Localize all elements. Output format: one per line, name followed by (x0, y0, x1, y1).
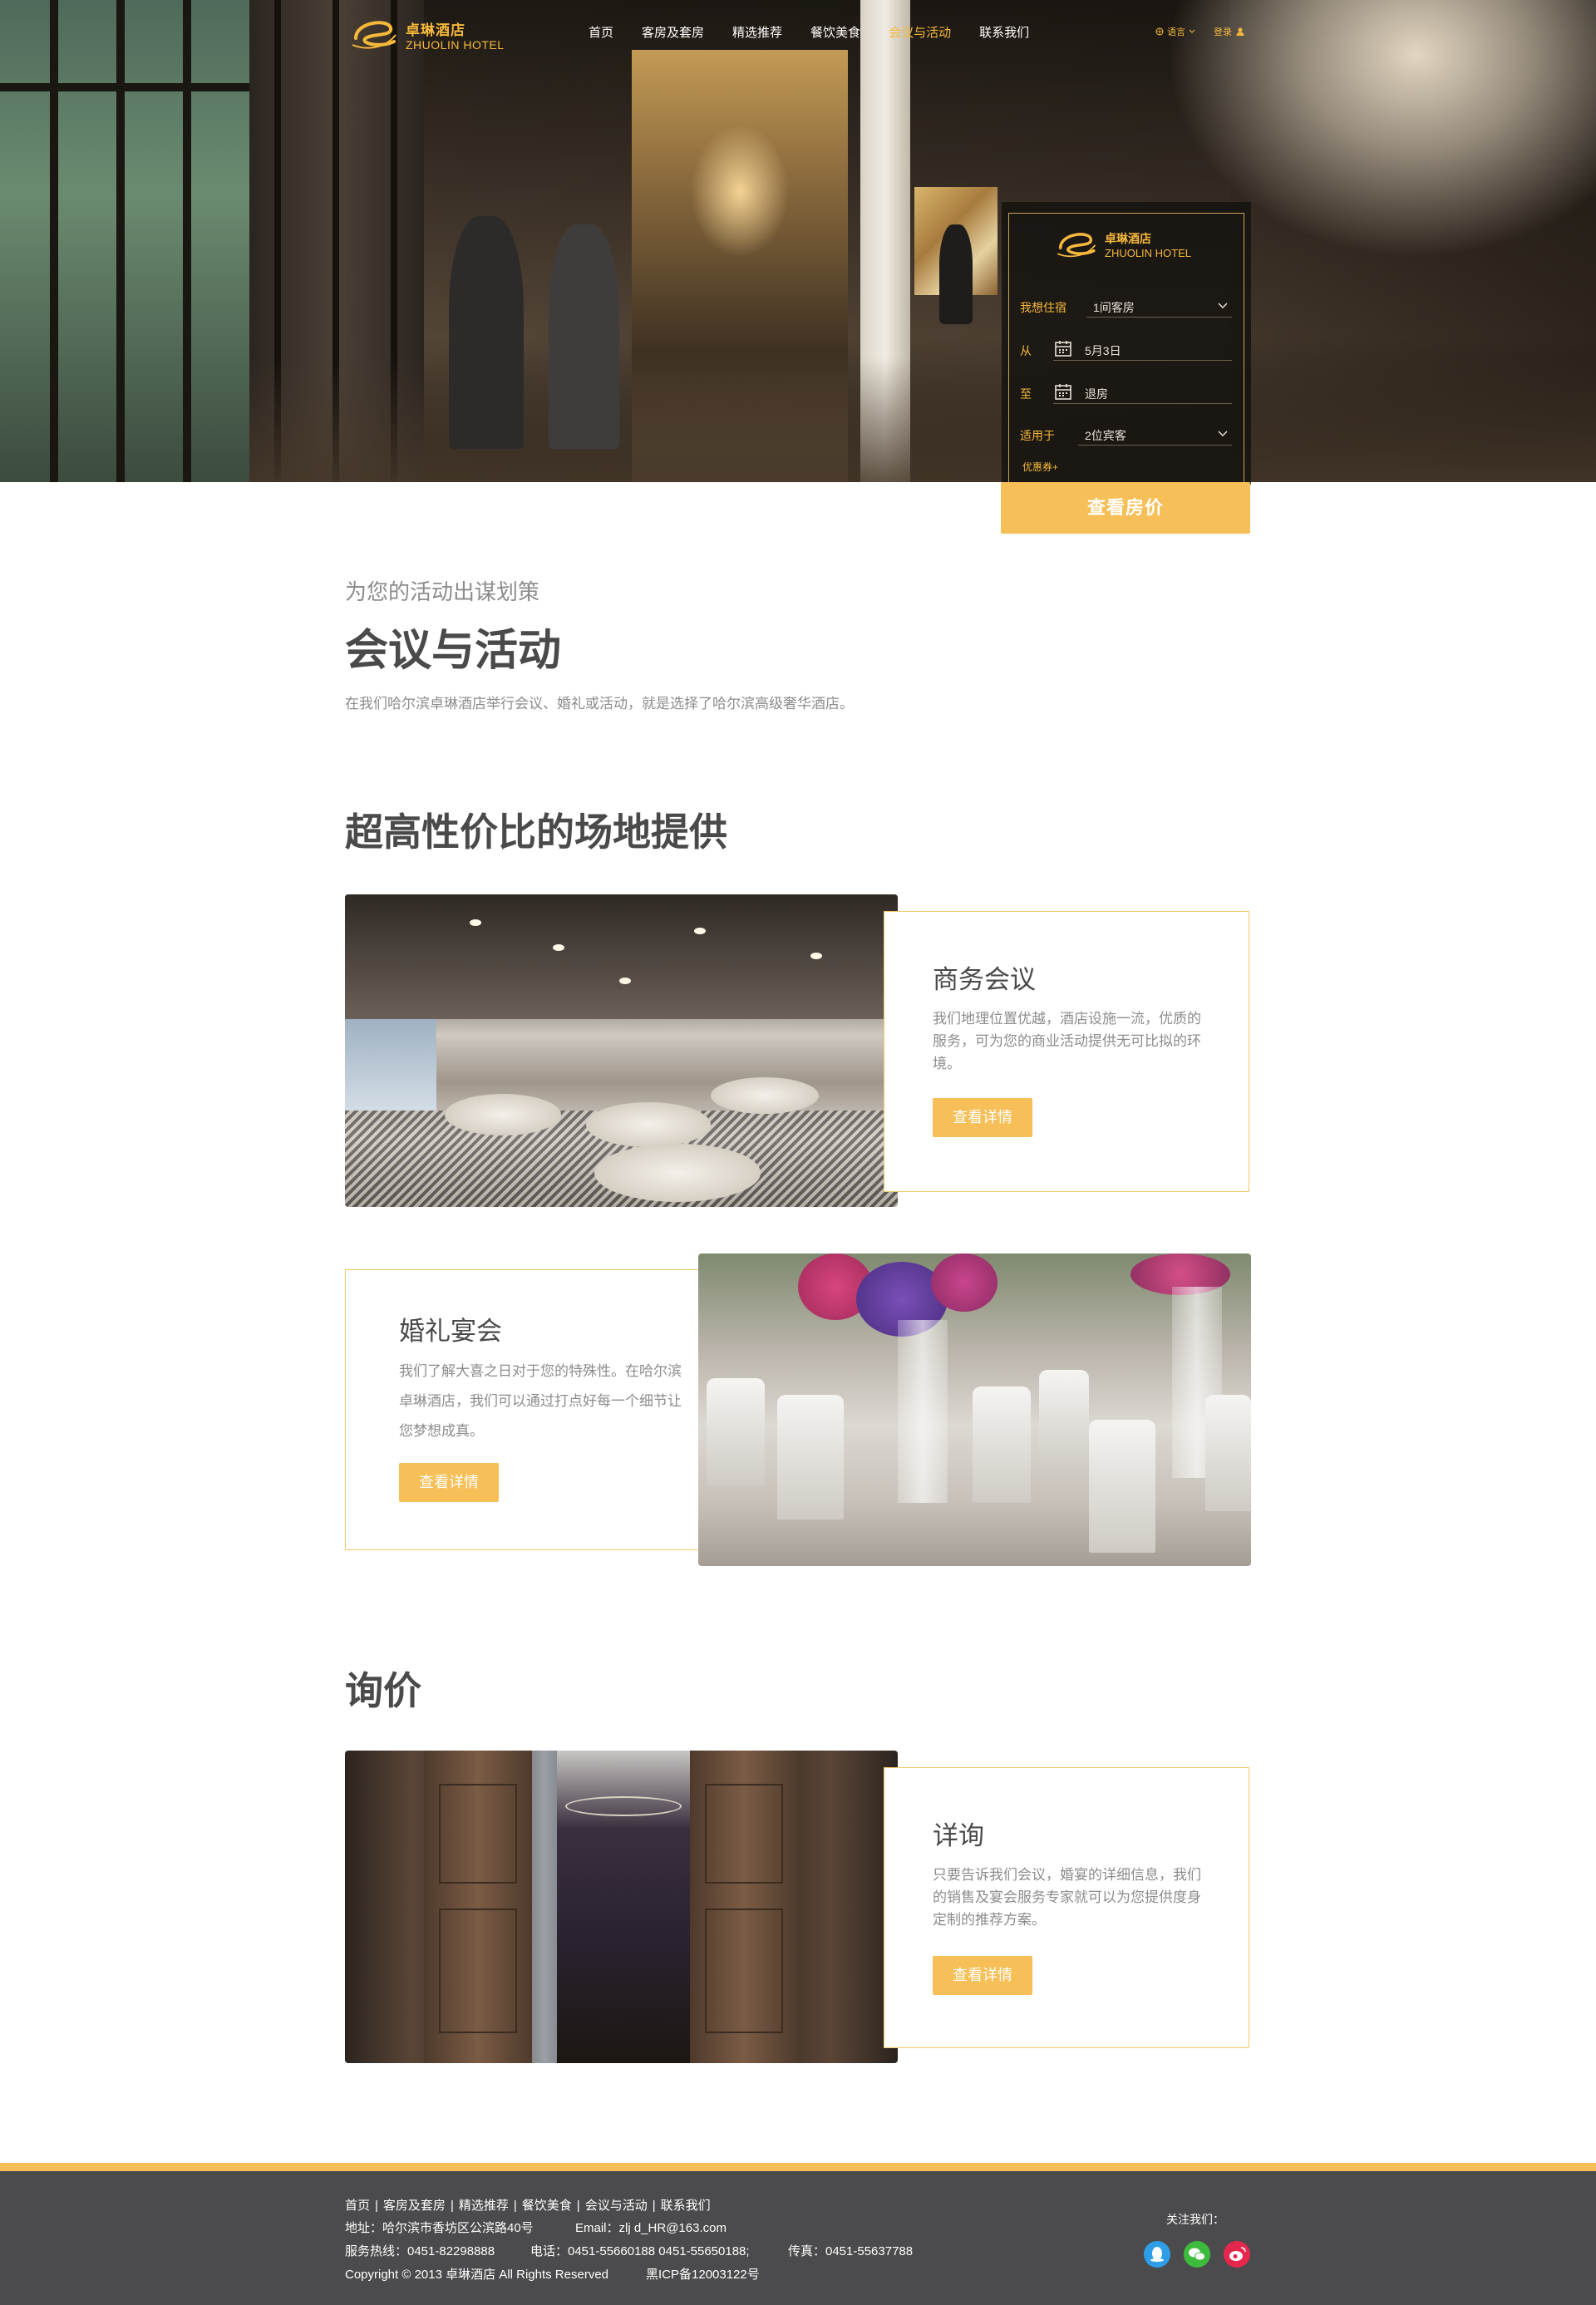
from-label: 从 (1020, 344, 1032, 357)
wedding-desc: 我们了解大喜之日对于您的特殊性。在哈尔滨卓琳酒店，我们可以通过打点好每一个细节让… (399, 1363, 682, 1439)
chevron-down-icon (1218, 303, 1228, 309)
business-meeting-title: 商务会议 (933, 965, 1036, 994)
footer-link-featured[interactable]: 精选推荐 (459, 2199, 509, 2213)
footer-phone: 电话：0451-55660188 0451-55650188; (530, 2244, 750, 2258)
room-select[interactable]: 1间客房 (1086, 294, 1232, 318)
booking-widget: 卓琳酒店 ZHUOLIN HOTEL 我想住宿 1间客房 从 5月3日 至 退房… (1002, 202, 1251, 485)
hero-banner (0, 0, 1596, 482)
guests-row: 适用于 2位宾客 (1020, 422, 1232, 447)
calendar-icon (1055, 384, 1071, 400)
chevron-down-icon (1189, 29, 1195, 33)
wechat-icon[interactable] (1184, 2241, 1210, 2268)
wedding-title: 婚礼宴会 (399, 1317, 502, 1346)
inquiry-title: 详询 (933, 1821, 984, 1850)
inquiry-card: 详询 只要告诉我们会议，婚宴的详细信息，我们的销售及宴会服务专家就可以为您提供度… (884, 1767, 1249, 2048)
footer-accent-bar (0, 2163, 1596, 2171)
hero-doorman (549, 224, 619, 449)
hero-window (0, 0, 249, 482)
nav-contact[interactable]: 联系我们 (979, 23, 1029, 41)
nav-home[interactable]: 首页 (589, 23, 613, 41)
language-switch[interactable]: 语言 (1155, 25, 1195, 38)
guests-select[interactable]: 2位宾客 (1078, 422, 1232, 446)
top-nav: 卓琳酒店 ZHUOLIN HOTEL 首页 客房及套房 精选推荐 餐饮美食 会议… (0, 0, 1596, 66)
footer-link-home[interactable]: 首页 (345, 2199, 370, 2213)
qq-icon[interactable] (1144, 2241, 1170, 2268)
footer-link-contact[interactable]: 联系我们 (661, 2199, 711, 2213)
inquiry-desc: 只要告诉我们会议，婚宴的详细信息，我们的销售及宴会服务专家就可以为您提供度身定制… (933, 1867, 1201, 1928)
page-title: 会议与活动 (345, 628, 562, 675)
footer-link-dining[interactable]: 餐饮美食 (522, 2199, 572, 2213)
logo-mark-icon (352, 21, 397, 49)
guests-label: 适用于 (1020, 429, 1055, 442)
footer-icp: 黑ICP备12003122号 (646, 2268, 760, 2282)
nav-featured[interactable]: 精选推荐 (732, 23, 782, 41)
wedding-card: 婚礼宴会 我们了解大喜之日对于您的特殊性。在哈尔滨卓琳酒店，我们可以通过打点好每… (345, 1269, 711, 1550)
wedding-details-button[interactable]: 查看详情 (399, 1463, 499, 1502)
footer-hotline: 服务热线：0451-82298888 (345, 2244, 495, 2258)
hero-guest (449, 216, 524, 449)
page-intro: 在我们哈尔滨卓琳酒店举行会议、婚礼或活动，就是选择了哈尔滨高级奢华酒店。 (345, 696, 854, 712)
main-menu: 首页 客房及套房 精选推荐 餐饮美食 会议与活动 联系我们 (589, 23, 1057, 41)
booking-logo-cn: 卓琳酒店 (1105, 232, 1151, 245)
top-links: 语言 登录 (1155, 25, 1245, 38)
nav-rooms[interactable]: 客房及套房 (642, 23, 704, 41)
weibo-icon[interactable] (1224, 2241, 1250, 2268)
guests-value: 2位宾客 (1085, 429, 1126, 442)
room-value: 1间客房 (1093, 301, 1135, 314)
calendar-icon (1055, 341, 1071, 357)
inquiry-heading: 询价 (345, 1670, 421, 1712)
footer-copyright: Copyright © 2013 卓琳酒店 All Rights Reserve… (345, 2268, 609, 2282)
business-meeting-desc: 我们地理位置优越，酒店设施一流，优质的服务，可为您的商业活动提供无可比拟的环境。 (933, 1011, 1201, 1071)
inquiry-details-button[interactable]: 查看详情 (933, 1956, 1032, 1995)
follow-us-label: 关注我们： (1166, 2213, 1224, 2226)
nav-meetings[interactable]: 会议与活动 (889, 23, 951, 41)
footer-email: Email：zlj d_HR@163.com (575, 2221, 727, 2235)
checkout-row: 至 退房 (1020, 381, 1232, 406)
footer-links: 首页 | 客房及套房 | 精选推荐 | 餐饮美食 | 会议与活动 | 联系我们 (345, 2199, 711, 2213)
globe-icon (1155, 27, 1164, 36)
business-meeting-card: 商务会议 我们地理位置优越，酒店设施一流，优质的服务，可为您的商业活动提供无可比… (884, 911, 1249, 1192)
checkin-field[interactable]: 5月3日 (1053, 337, 1232, 361)
checkin-row: 从 5月3日 (1020, 337, 1232, 362)
hotel-logo[interactable]: 卓琳酒店 ZHUOLIN HOTEL (347, 12, 514, 57)
coupon-link[interactable]: 优惠券+ (1022, 460, 1058, 474)
logo-mark-icon (1057, 233, 1096, 258)
room-select-row: 我想住宿 1间客房 (1020, 294, 1232, 319)
footer-address: 地址：哈尔滨市香坊区公滨路40号 (345, 2221, 534, 2235)
footer-fax: 传真：0451-55637788 (788, 2244, 914, 2258)
login-link[interactable]: 登录 (1214, 25, 1245, 38)
stay-label: 我想住宿 (1020, 301, 1066, 314)
footer-link-meetings[interactable]: 会议与活动 (585, 2199, 648, 2213)
check-rates-button[interactable]: 查看房价 (1001, 482, 1250, 534)
wedding-photo (698, 1253, 1251, 1566)
language-label: 语言 (1167, 27, 1185, 37)
nav-dining[interactable]: 餐饮美食 (810, 23, 860, 41)
checkin-value: 5月3日 (1085, 344, 1121, 357)
venues-heading: 超高性价比的场地提供 (345, 811, 727, 854)
business-meeting-details-button[interactable]: 查看详情 (933, 1098, 1032, 1137)
footer-link-rooms[interactable]: 客房及套房 (383, 2199, 446, 2213)
page-subtitle: 为您的活动出谋划策 (345, 579, 540, 604)
booking-logo: 卓琳酒店 ZHUOLIN HOTEL (1053, 225, 1203, 265)
inquiry-photo (345, 1751, 898, 2063)
user-icon (1236, 27, 1244, 36)
logo-cn: 卓琳酒店 (406, 22, 466, 38)
chevron-down-icon (1218, 431, 1228, 437)
to-label: 至 (1020, 387, 1032, 401)
footer: 首页 | 客房及套房 | 精选推荐 | 餐饮美食 | 会议与活动 | 联系我们 地址：哈尔滨市香坊区… (0, 2171, 1596, 2305)
conference-photo (345, 894, 898, 1207)
booking-logo-en: ZHUOLIN HOTEL (1105, 247, 1192, 259)
checkout-value: 退房 (1085, 387, 1108, 401)
logo-en: ZHUOLIN HOTEL (406, 38, 505, 52)
login-label: 登录 (1214, 27, 1232, 37)
checkout-field[interactable]: 退房 (1053, 381, 1232, 404)
